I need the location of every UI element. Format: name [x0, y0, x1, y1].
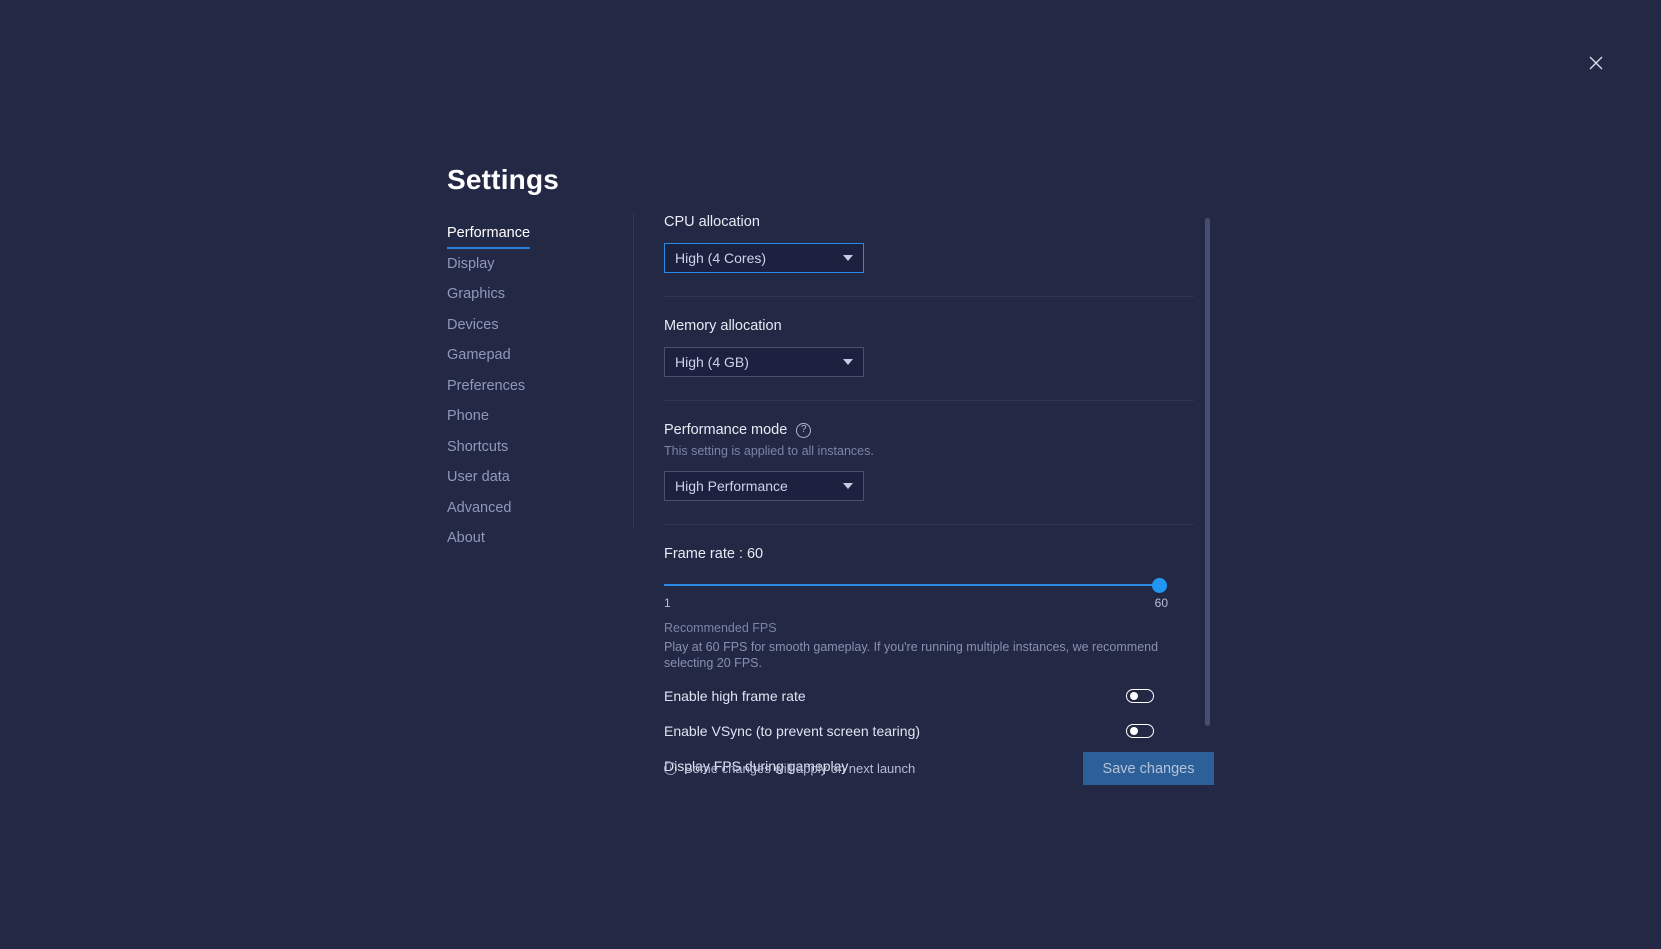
- frame-rate-label: Frame rate : 60: [664, 546, 764, 562]
- performance-mode-label: Performance mode: [664, 422, 788, 438]
- cpu-allocation-label: CPU allocation: [664, 214, 760, 230]
- slider-max-label: 60: [1154, 596, 1168, 610]
- sidebar-item-label: Phone: [447, 408, 489, 424]
- section-divider: [664, 296, 1194, 297]
- chevron-down-icon: [843, 255, 853, 261]
- sidebar-item-advanced[interactable]: Advanced: [447, 497, 617, 528]
- sidebar-item-label: Devices: [447, 316, 499, 333]
- settings-content: CPU allocation High (4 Cores) Memory all…: [664, 214, 1194, 779]
- sidebar-item-label: Performance: [447, 222, 531, 249]
- frame-rate-slider[interactable]: [664, 578, 1167, 593]
- toggle-row-vsync: Enable VSync (to prevent screen tearing): [664, 718, 1154, 744]
- memory-allocation-label: Memory allocation: [664, 318, 782, 334]
- performance-mode-header: Performance mode ?: [664, 422, 1194, 438]
- memory-allocation-value: High (4 GB): [675, 354, 749, 370]
- slider-thumb[interactable]: [1152, 578, 1167, 593]
- sidebar: Performance Display Graphics Devices Gam…: [447, 222, 617, 558]
- toggle-label: Enable VSync (to prevent screen tearing): [664, 723, 921, 739]
- cpu-allocation-select[interactable]: High (4 Cores): [664, 243, 864, 273]
- sidebar-item-gamepad[interactable]: Gamepad: [447, 344, 617, 375]
- toggle-knob: [1129, 692, 1138, 700]
- sidebar-item-shortcuts[interactable]: Shortcuts: [447, 436, 617, 467]
- footer: i Some changes will apply on next launch…: [664, 752, 1214, 785]
- sidebar-item-label: Gamepad: [447, 347, 511, 363]
- cpu-allocation-section: CPU allocation High (4 Cores): [664, 214, 1194, 273]
- sidebar-item-label: User data: [447, 469, 510, 485]
- sidebar-item-label: About: [447, 530, 485, 546]
- memory-allocation-section: Memory allocation High (4 GB): [664, 318, 1194, 377]
- toggle-knob: [1129, 727, 1138, 735]
- close-icon[interactable]: [1581, 48, 1611, 78]
- sidebar-item-label: Advanced: [447, 499, 512, 516]
- status-text: Some changes will apply on next launch: [684, 761, 916, 776]
- chevron-down-icon: [843, 359, 853, 365]
- memory-allocation-select[interactable]: High (4 GB): [664, 347, 864, 377]
- recommended-fps-body: Play at 60 FPS for smooth gameplay. If y…: [664, 640, 1159, 670]
- content-scrollbar[interactable]: [1205, 218, 1210, 726]
- save-changes-button[interactable]: Save changes: [1083, 752, 1214, 785]
- sidebar-item-preferences[interactable]: Preferences: [447, 375, 617, 406]
- toggle-row-high-frame-rate: Enable high frame rate: [664, 683, 1154, 709]
- sidebar-item-label: Shortcuts: [447, 438, 509, 455]
- toggle-vsync[interactable]: [1126, 724, 1154, 738]
- sidebar-item-display[interactable]: Display: [447, 253, 617, 284]
- sidebar-item-about[interactable]: About: [447, 527, 617, 558]
- cpu-allocation-value: High (4 Cores): [675, 250, 767, 266]
- info-icon: i: [664, 762, 677, 775]
- section-divider: [664, 524, 1194, 525]
- toggle-high-frame-rate[interactable]: [1126, 689, 1154, 703]
- slider-min-label: 1: [664, 596, 671, 610]
- performance-mode-value: High Performance: [675, 478, 788, 494]
- sidebar-item-label: Preferences: [447, 377, 526, 394]
- frame-rate-section: Frame rate : 60 1 60 Recommended FPS Pla…: [664, 546, 1194, 671]
- section-divider: [664, 400, 1194, 401]
- toggle-label: Enable high frame rate: [664, 688, 806, 704]
- sidebar-content-divider: [633, 214, 634, 529]
- sidebar-item-label: Graphics: [447, 286, 506, 302]
- performance-mode-select[interactable]: High Performance: [664, 471, 864, 501]
- performance-mode-description: This setting is applied to all instances…: [664, 444, 874, 458]
- slider-track: [664, 584, 1166, 586]
- sidebar-item-label: Display: [447, 255, 495, 272]
- sidebar-item-graphics[interactable]: Graphics: [447, 283, 617, 314]
- help-icon[interactable]: ?: [796, 422, 812, 438]
- page-title: Settings: [447, 164, 560, 195]
- performance-mode-section: Performance mode ? This setting is appli…: [664, 422, 1194, 501]
- sidebar-item-performance[interactable]: Performance: [447, 222, 617, 253]
- sidebar-item-devices[interactable]: Devices: [447, 314, 617, 345]
- slider-range-labels: 1 60: [664, 596, 1168, 614]
- settings-window: Settings Performance Display Graphics De…: [0, 0, 1661, 949]
- sidebar-item-user-data[interactable]: User data: [447, 466, 617, 497]
- recommended-fps-title: Recommended FPS: [664, 621, 777, 635]
- sidebar-item-phone[interactable]: Phone: [447, 405, 617, 436]
- chevron-down-icon: [843, 483, 853, 489]
- status-message: i Some changes will apply on next launch: [664, 761, 915, 776]
